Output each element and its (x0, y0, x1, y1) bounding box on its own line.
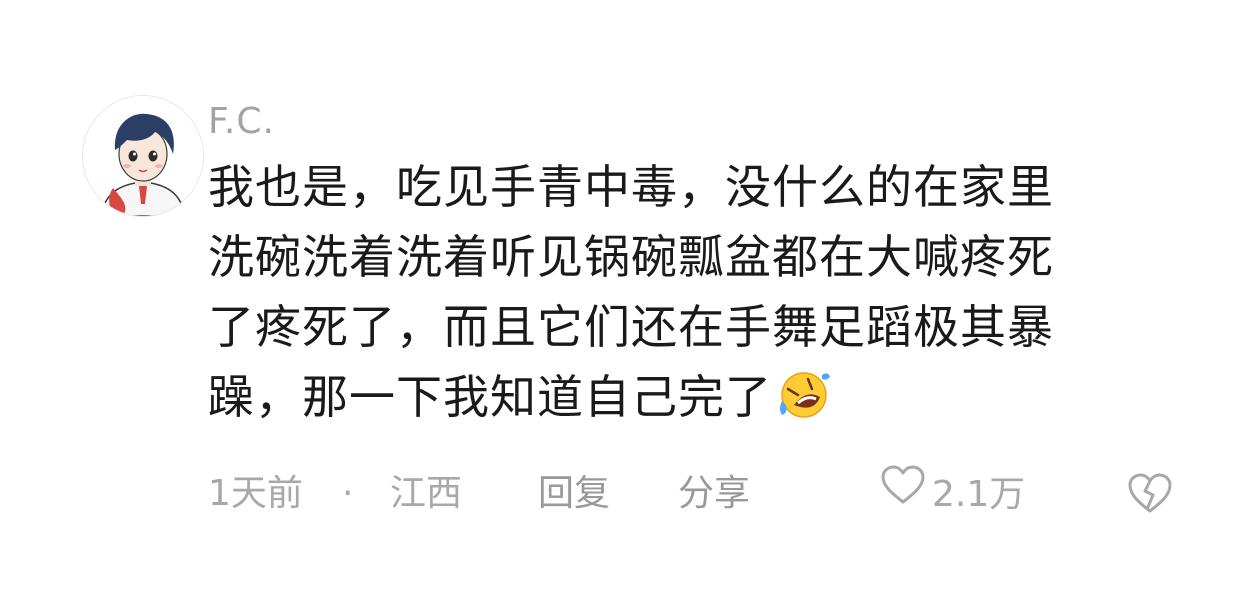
meta-separator: · (342, 473, 354, 514)
dislike-button[interactable] (1126, 466, 1174, 522)
comment-text-line: 洗碗洗着洗着听见锅碗瓢盆都在大喊疼死 (208, 230, 1054, 284)
reply-button[interactable]: 回复 (538, 466, 610, 522)
comment-text-line: 我也是，吃见手青中毒，没什么的在家里 (208, 160, 1054, 214)
like-count: 2.1万 (932, 473, 1026, 515)
comment-meta: 1天前 · 江西 回复 分享 2.1万 (208, 464, 1188, 525)
comment-text: 我也是，吃见手青中毒，没什么的在家里 洗碗洗着洗着听见锅碗瓢盆都在大喊疼死 了疼… (208, 152, 1168, 438)
like-button[interactable]: 2.1万 (880, 464, 1026, 525)
share-button[interactable]: 分享 (678, 466, 750, 522)
comment-item: F.C. 我也是，吃见手青中毒，没什么的在家里 洗碗洗着洗着听见锅碗瓢盆都在大喊… (0, 0, 1234, 600)
broken-heart-icon (1128, 473, 1172, 513)
heart-outline-icon (880, 464, 926, 523)
avatar-illustration (83, 96, 203, 216)
comment-text-line-content: 躁，那一下我知道自己完了 (208, 370, 772, 424)
comment-text-line: 了疼死了，而且它们还在手舞足蹈极其暴 (208, 300, 1054, 354)
comment-time: 1天前 (208, 473, 303, 514)
comment-text-line: 躁，那一下我知道自己完了 (208, 362, 1168, 438)
username[interactable]: F.C. (208, 100, 275, 144)
rolling-on-floor-laughing-emoji (776, 368, 832, 438)
comment-location: 江西 (390, 473, 463, 514)
user-avatar[interactable] (82, 95, 204, 217)
